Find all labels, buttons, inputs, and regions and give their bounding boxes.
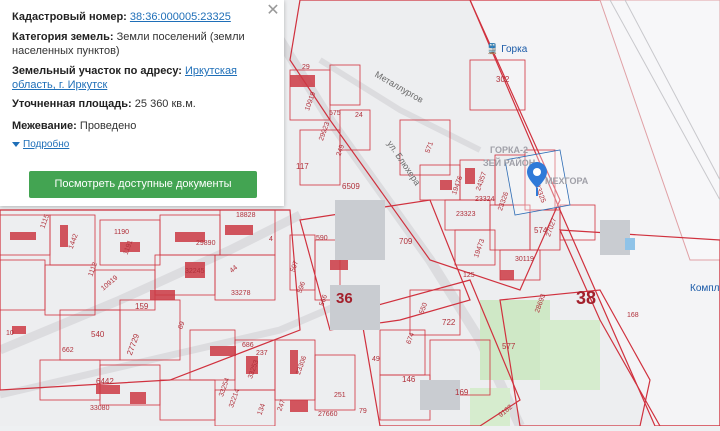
plot-label: 590: [316, 235, 328, 242]
plot-label: 18828: [236, 212, 256, 219]
plot-label: 251: [334, 392, 346, 399]
quarter-label: 38: [576, 288, 597, 308]
plot-label: 24: [355, 112, 363, 119]
plot-label: 6442: [96, 377, 114, 386]
plot-label: 169: [455, 388, 469, 397]
plot-label: 125: [463, 272, 475, 279]
plot-label: 686: [242, 342, 254, 349]
plot-label: 4: [269, 236, 273, 243]
survey-label: Межевание:: [12, 120, 77, 132]
location-pin-icon[interactable]: [527, 162, 547, 196]
details-label: Подробно: [23, 139, 70, 150]
plot-label: 662: [62, 347, 74, 354]
plot-label: 302: [496, 75, 510, 84]
view-documents-button[interactable]: Посмотреть доступные документы: [29, 171, 257, 198]
plot-label: 79: [359, 408, 367, 415]
plot-label: 27660: [318, 411, 338, 418]
cadastral-number-row: Кадастровый номер: 38:36:000005:23325: [12, 10, 270, 24]
plot-label: 146: [402, 375, 416, 384]
cadastral-number-link[interactable]: 38:36:000005:23325: [130, 11, 231, 23]
plot-label: 33278: [231, 290, 251, 297]
district-label: МЕХГОРА: [545, 176, 589, 186]
quarter-label: 36: [336, 290, 353, 307]
plot-label: 237: [256, 350, 268, 357]
plot-label: 577: [502, 342, 516, 351]
land-category-label: Категория земель:: [12, 31, 114, 43]
triangle-down-icon: [12, 141, 20, 147]
address-row: Земельный участок по адресу: Иркутская о…: [12, 64, 270, 92]
plot-label: 540: [91, 330, 105, 339]
plot-label: 23324: [475, 196, 495, 203]
plot-label: 722: [442, 318, 456, 327]
area-label: Уточненная площадь:: [12, 98, 132, 110]
plot-label: 29890: [196, 240, 216, 247]
plot-label: 709: [399, 237, 413, 246]
station-label: 🚆 Горка: [486, 44, 527, 55]
train-station-icon: 🚆: [486, 44, 499, 55]
survey-row: Межевание: Проведено: [12, 119, 270, 133]
plot-label: 29: [302, 64, 310, 71]
plot-label: 159: [135, 302, 149, 311]
district-label: ГОРКА-2: [490, 145, 528, 155]
area-value: 25 360 кв.м.: [134, 98, 196, 110]
plot-label: 575: [329, 110, 341, 117]
plot-label: 30119: [515, 256, 534, 263]
station-name: Горка: [501, 44, 528, 55]
plot-label: 168: [627, 312, 639, 319]
survey-value: Проведено: [79, 120, 137, 132]
plot-label: 117: [296, 162, 309, 171]
plot-label: 33080: [90, 405, 110, 412]
land-category-row: Категория земель: Земли поселений (земли…: [12, 30, 270, 58]
map-edge-label: Компл: [690, 283, 720, 294]
plot-label: 32245: [185, 268, 205, 275]
plot-label: 1190: [114, 229, 130, 236]
area-row: Уточненная площадь: 25 360 кв.м.: [12, 97, 270, 111]
plot-label: 23323: [456, 211, 476, 218]
plot-label: 49: [372, 356, 380, 363]
cadastral-number-label: Кадастровый номер:: [12, 11, 127, 23]
address-label: Земельный участок по адресу:: [12, 65, 182, 77]
details-toggle[interactable]: Подробно: [12, 139, 69, 150]
parcel-info-card: ✕ Кадастровый номер: 38:36:000005:23325 …: [0, 0, 284, 206]
plot-label: 10: [6, 330, 14, 337]
plot-label: 6509: [342, 182, 360, 191]
